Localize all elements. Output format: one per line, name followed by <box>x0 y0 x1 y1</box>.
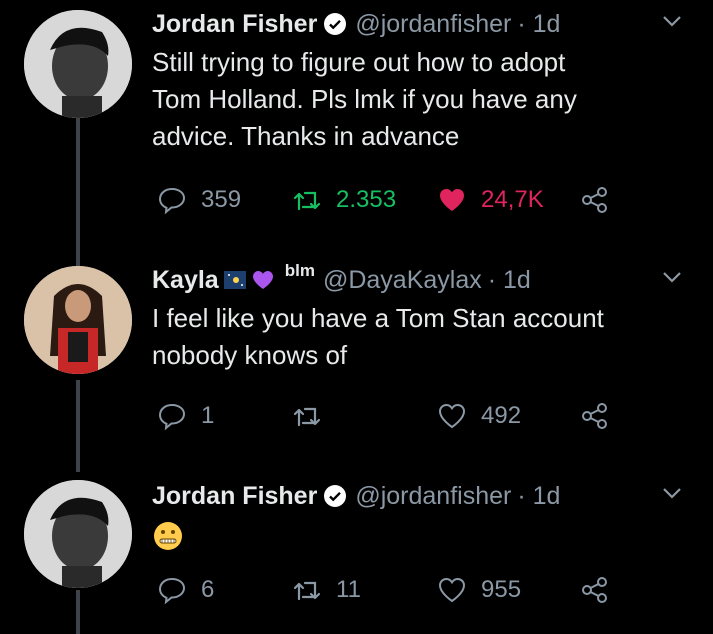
heart-icon <box>438 403 466 429</box>
like-count: 492 <box>481 402 522 429</box>
reply-icon <box>158 577 186 605</box>
display-name[interactable]: Jordan Fisher <box>152 10 317 39</box>
tweet-actions: 6 11 955 <box>152 570 622 610</box>
timestamp[interactable]: · 1d <box>517 10 560 39</box>
retweet-count: 2.353 <box>336 186 397 213</box>
reply-button[interactable]: 359 <box>157 180 241 220</box>
reply-count: 1 <box>201 402 215 429</box>
reply-icon <box>158 187 186 215</box>
night-sky-emoji-icon <box>223 271 246 289</box>
like-button[interactable]: 24,7K <box>437 180 544 220</box>
retweet-button[interactable]: 2.353 <box>292 180 396 220</box>
like-button[interactable]: 955 <box>437 570 521 610</box>
chevron-down-icon[interactable] <box>659 8 685 34</box>
like-count: 955 <box>481 576 522 603</box>
retweet-icon <box>293 407 321 427</box>
tweet[interactable]: Kayla blm @DayaKaylax · 1d I feel like y… <box>0 260 713 450</box>
share-button[interactable] <box>580 570 610 610</box>
tweet-header: Jordan Fisher @jordanfisher · 1d <box>152 476 693 516</box>
tweet-text <box>152 516 693 556</box>
display-name[interactable]: Kayla <box>152 266 219 295</box>
share-button[interactable] <box>580 180 610 220</box>
share-button[interactable] <box>580 396 610 436</box>
heart-icon <box>438 577 466 603</box>
tweet-text-line: nobody knows of <box>152 340 348 370</box>
tweet-header: Kayla blm @DayaKaylax · 1d <box>152 260 693 300</box>
avatar[interactable] <box>24 266 132 374</box>
tweet-text-line: I feel like you have a Tom Stan account <box>152 303 604 333</box>
retweet-icon <box>293 581 321 601</box>
tweet[interactable]: Jordan Fisher @jordanfisher · 1d Still t… <box>0 0 713 240</box>
name-suffix: blm <box>284 261 315 280</box>
share-icon <box>582 577 607 603</box>
reply-button[interactable]: 1 <box>157 396 214 436</box>
tweet-text: Still trying to figure out how to adopt … <box>152 44 693 155</box>
chevron-down-icon[interactable] <box>659 264 685 290</box>
like-button[interactable]: 492 <box>437 396 521 436</box>
reply-count: 359 <box>201 186 242 213</box>
purple-heart-icon <box>252 271 273 289</box>
share-icon <box>582 403 607 429</box>
handle[interactable]: @DayaKaylax <box>323 266 482 295</box>
tweet-text-line: advice. Thanks in advance <box>152 121 460 151</box>
tweet-text-line: Tom Holland. Pls lmk if you have any <box>152 84 577 114</box>
like-count: 24,7K <box>481 186 544 213</box>
retweet-button[interactable] <box>292 396 336 436</box>
display-name[interactable]: Jordan Fisher <box>152 482 317 511</box>
verified-badge-icon <box>324 485 347 507</box>
timestamp[interactable]: · 1d <box>488 266 531 295</box>
tweet-text: I feel like you have a Tom Stan account … <box>152 300 693 374</box>
reply-icon <box>158 403 186 431</box>
retweet-count: 11 <box>336 576 361 603</box>
retweet-icon <box>293 191 321 211</box>
timestamp[interactable]: · 1d <box>517 482 560 511</box>
share-icon <box>582 187 607 213</box>
heart-icon <box>440 189 464 211</box>
tweet-header: Jordan Fisher @jordanfisher · 1d <box>152 4 693 44</box>
avatar[interactable] <box>24 480 132 588</box>
tweet[interactable]: Jordan Fisher @jordanfisher · 1d 6 11 95… <box>0 472 713 634</box>
zipper-mouth-face-icon <box>154 522 182 550</box>
reply-button[interactable]: 6 <box>157 570 214 610</box>
retweet-button[interactable]: 11 <box>292 570 361 610</box>
avatar[interactable] <box>24 10 132 118</box>
tweet-actions: 1 492 <box>152 396 622 436</box>
reply-count: 6 <box>201 576 215 603</box>
chevron-down-icon[interactable] <box>659 480 685 506</box>
handle[interactable]: @jordanfisher <box>355 482 511 511</box>
handle[interactable]: @jordanfisher <box>355 10 511 39</box>
verified-badge-icon <box>324 13 347 35</box>
tweet-actions: 359 2.353 24,7K <box>152 180 622 220</box>
tweet-text-line: Still trying to figure out how to adopt <box>152 47 566 77</box>
